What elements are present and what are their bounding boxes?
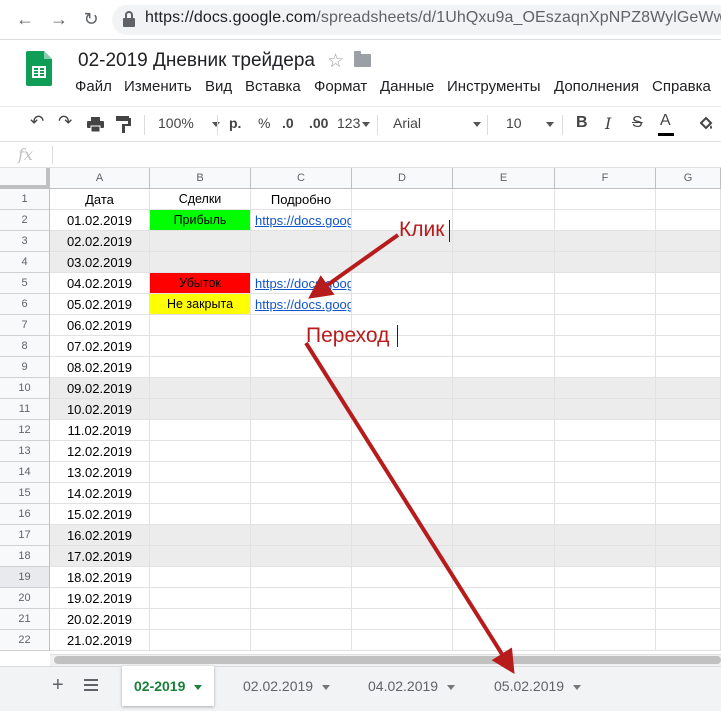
text-cursor bbox=[397, 325, 398, 347]
goto-arrow bbox=[304, 341, 515, 675]
click-arrow bbox=[308, 233, 400, 299]
goto-annotation: Переход bbox=[306, 324, 390, 347]
annotation-arrows bbox=[304, 233, 515, 675]
text-cursor bbox=[449, 220, 450, 242]
click-annotation: Клик bbox=[399, 218, 445, 241]
